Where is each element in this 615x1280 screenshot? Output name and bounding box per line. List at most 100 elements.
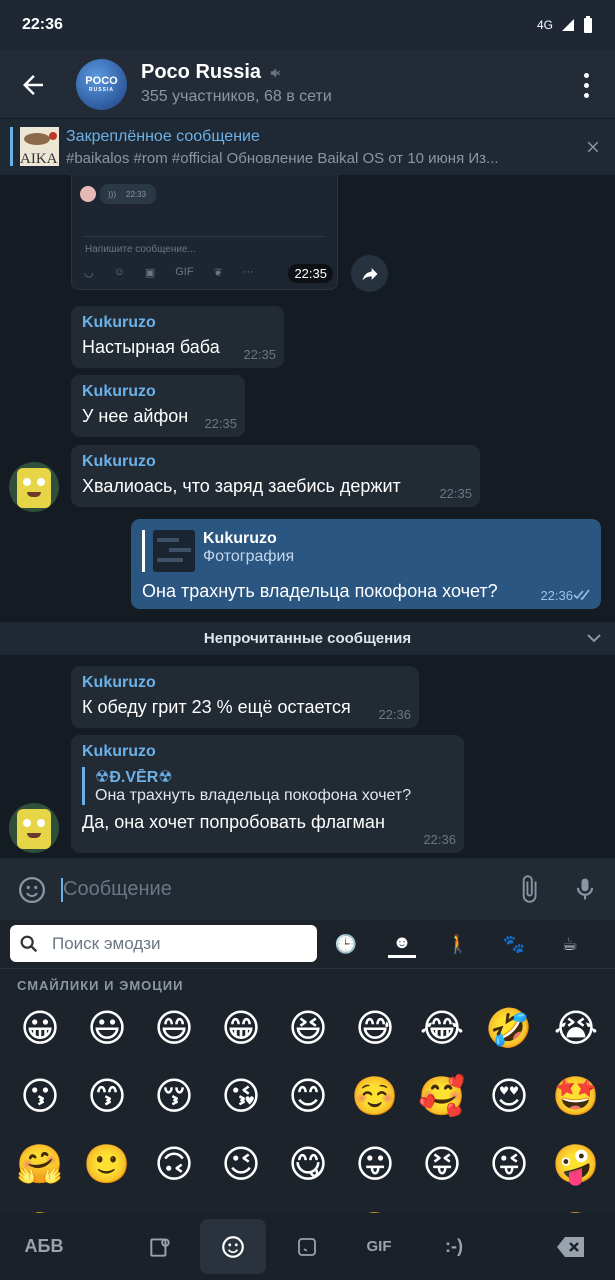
message-bubble[interactable]: Kukuruzo ☢Đ.VĒR☢ Она трахнуть владельца …: [71, 735, 464, 853]
message-time: 22:35: [243, 347, 276, 362]
outgoing-message-bubble[interactable]: Kukuruzo Фотография Она трахнуть владель…: [131, 519, 601, 609]
screenshot-photo-message[interactable]: ))) 22:33 Напишите сообщение... ◡ ☺ ▣ GIF ❦ ··…: [71, 175, 338, 290]
emoji-keyboard-icon[interactable]: [200, 1219, 266, 1274]
unread-label: Непрочитанные сообщения: [203, 630, 412, 647]
message-list[interactable]: ))) 22:33 Напишите сообщение... ◡ ☺ ▣ GIF ❦ ··…: [0, 175, 615, 858]
smile-icon[interactable]: ☻: [388, 930, 416, 958]
unread-messages-divider: Непрочитанные сообщения: [0, 622, 615, 655]
message-input[interactable]: Сообщение: [63, 878, 172, 901]
emoji-item[interactable]: 😁: [213, 1006, 269, 1052]
pinned-thumbnail: AIKA: [20, 127, 59, 166]
shot-divider: [84, 236, 324, 237]
pinned-thumb-text: AIKA: [20, 151, 58, 166]
status-bar: 22:36 4G: [0, 0, 615, 50]
arrow-left-icon[interactable]: [18, 70, 48, 100]
forward-icon[interactable]: [351, 255, 388, 292]
message-bubble[interactable]: Kukuruzo Настырная баба 22:35: [71, 306, 284, 368]
shot-placeholder: Напишите сообщение...: [85, 244, 196, 255]
emoji-item[interactable]: 😊: [280, 1074, 336, 1120]
emoji-search-field[interactable]: Поиск эмодзи: [10, 925, 317, 962]
chat-title-row[interactable]: Poco Russia: [141, 61, 283, 84]
emoji-item[interactable]: 😛: [347, 1142, 403, 1188]
message-bubble[interactable]: Kukuruzo Хвалиоась, что заряд заебись де…: [71, 445, 480, 507]
shot-voice-bubble: ))) 22:33: [100, 184, 156, 204]
message-time: 22:35: [204, 416, 237, 431]
emoji-item[interactable]: 😋: [280, 1142, 336, 1188]
emoji-item[interactable]: 😚: [146, 1074, 202, 1120]
emoji-item[interactable]: 😭: [548, 1006, 604, 1052]
message-bubble[interactable]: Kukuruzo К обеду грит 23 % ещё остается …: [71, 666, 419, 728]
sender-name[interactable]: Kukuruzo: [82, 672, 408, 694]
reply-text: Фотография: [203, 548, 295, 565]
emoji-item[interactable]: 😗: [12, 1074, 68, 1120]
emoji-item[interactable]: 😂: [414, 1006, 470, 1052]
pinned-text: #baikalos #rom #official Обновление Baik…: [66, 150, 499, 167]
mute-icon: [270, 67, 281, 78]
emoji-item[interactable]: 😝: [414, 1142, 470, 1188]
emoji-panel: Поиск эмодзи 🕒 ☻ 🚶 🐾 ☕ СМАЙЛИКИ И ЭМОЦИИ…: [0, 920, 615, 1213]
message-input-bar: Сообщение: [0, 858, 615, 920]
sender-name[interactable]: Kukuruzo: [82, 312, 273, 334]
emoji-item[interactable]: 🤩: [548, 1074, 604, 1120]
close-icon[interactable]: [584, 138, 602, 156]
user-avatar[interactable]: [9, 803, 59, 853]
food-icon[interactable]: ☕: [556, 930, 584, 958]
chat-title: Poco Russia: [141, 61, 262, 83]
backspace-icon[interactable]: [552, 1213, 590, 1280]
shot-voice-time: 22:33: [126, 189, 147, 199]
group-avatar[interactable]: POCO RUSSIA: [76, 59, 127, 110]
message-time: 22:36: [540, 588, 573, 603]
clipboard-icon[interactable]: [143, 1213, 177, 1280]
sender-name[interactable]: Kukuruzo: [82, 741, 453, 763]
emoji-item[interactable]: 🥰: [414, 1074, 470, 1120]
chevron-down-icon[interactable]: [585, 622, 603, 655]
sender-name[interactable]: Kukuruzo: [82, 381, 234, 403]
emoji-item[interactable]: ☺️: [347, 1074, 403, 1120]
animal-icon[interactable]: 🐾: [500, 930, 528, 958]
message-time: 22:36: [378, 707, 411, 722]
emoji-toggle-icon[interactable]: [17, 875, 47, 905]
emoji-item[interactable]: 😆: [280, 1006, 336, 1052]
emoji-item[interactable]: 😜: [481, 1142, 537, 1188]
sender-name[interactable]: Kukuruzo: [82, 451, 469, 473]
more-menu-icon[interactable]: [576, 70, 596, 100]
network-label: 4G: [536, 18, 553, 32]
user-avatar[interactable]: [9, 462, 59, 512]
emoji-category-tabs: 🕒 ☻ 🚶 🐾 ☕: [332, 930, 584, 958]
shot-icons: ◡ ☺ ▣ GIF ❦ ···: [84, 266, 254, 279]
telegram-chat-screen: 22:36 4G POCO RUSSIA Poco Russia 355 уча…: [0, 0, 615, 1280]
avatar-text: POCO: [85, 75, 118, 87]
message-text: Да, она хочет попробовать флагман: [82, 812, 385, 832]
status-time: 22:36: [22, 16, 63, 33]
sticker-icon[interactable]: [292, 1213, 322, 1280]
emoji-item[interactable]: 😉: [213, 1142, 269, 1188]
clock-icon[interactable]: 🕒: [332, 930, 360, 958]
keyboard-bottom-bar: АБВ GIF :-): [0, 1213, 615, 1280]
pinned-message-bar[interactable]: AIKA Закреплённое сообщение #baikalos #r…: [0, 118, 615, 175]
emoji-item[interactable]: 🤪: [548, 1142, 604, 1188]
person-icon[interactable]: 🚶: [444, 930, 472, 958]
reply-quote[interactable]: ☢Đ.VĒR☢ Она трахнуть владельца покофона …: [82, 767, 453, 805]
attach-icon[interactable]: [514, 874, 544, 904]
emoji-item[interactable]: 😍: [481, 1074, 537, 1120]
message-time: 22:35: [439, 486, 472, 501]
emoji-item[interactable]: 🤗: [12, 1142, 68, 1188]
emoji-item[interactable]: 😘: [213, 1074, 269, 1120]
emoticon-button[interactable]: :-): [437, 1213, 471, 1280]
signal-icon: [562, 19, 574, 31]
reply-preview[interactable]: Kukuruzo Фотография: [142, 530, 590, 572]
message-text: К обеду грит 23 % ещё остается: [82, 697, 351, 717]
emoji-item[interactable]: 😀: [12, 1006, 68, 1052]
emoji-item[interactable]: 🤣: [481, 1006, 537, 1052]
emoji-item[interactable]: 😙: [79, 1074, 135, 1120]
emoji-item[interactable]: 😅: [347, 1006, 403, 1052]
message-bubble[interactable]: Kukuruzo У нее айфон 22:35: [71, 375, 245, 437]
emoji-item[interactable]: 😃: [79, 1006, 135, 1052]
emoji-item[interactable]: 🙃: [146, 1142, 202, 1188]
emoji-item[interactable]: 🙂: [79, 1142, 135, 1188]
gif-button[interactable]: GIF: [358, 1213, 400, 1280]
shot-mini-avatar: [80, 186, 96, 202]
abc-keyboard-button[interactable]: АБВ: [20, 1213, 68, 1280]
emoji-item[interactable]: 😄: [146, 1006, 202, 1052]
microphone-icon[interactable]: [571, 873, 599, 905]
